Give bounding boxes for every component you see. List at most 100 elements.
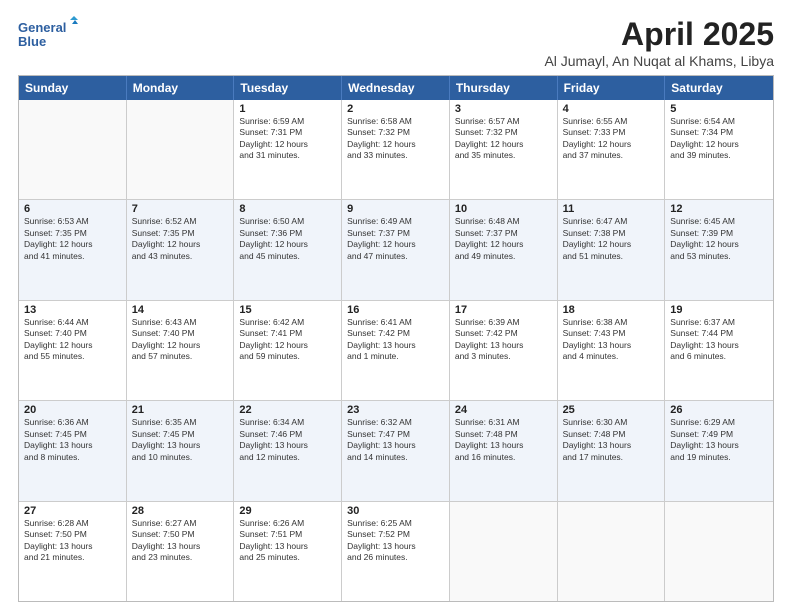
day-number-24: 24 bbox=[455, 404, 552, 416]
empty-cell-0-1 bbox=[127, 100, 235, 199]
day-cell-12: 12Sunrise: 6:45 AMSunset: 7:39 PMDayligh… bbox=[665, 200, 773, 299]
day-number-3: 3 bbox=[455, 103, 552, 115]
title-block: April 2025 Al Jumayl, An Nuqat al Khams,… bbox=[544, 16, 774, 69]
day-info-3: Sunrise: 6:57 AMSunset: 7:32 PMDaylight:… bbox=[455, 116, 552, 162]
day-info-12: Sunrise: 6:45 AMSunset: 7:39 PMDaylight:… bbox=[670, 216, 768, 262]
day-info-22: Sunrise: 6:34 AMSunset: 7:46 PMDaylight:… bbox=[239, 417, 336, 463]
week-row-3: 13Sunrise: 6:44 AMSunset: 7:40 PMDayligh… bbox=[19, 300, 773, 400]
day-number-22: 22 bbox=[239, 404, 336, 416]
header-day-saturday: Saturday bbox=[665, 76, 773, 100]
day-cell-9: 9Sunrise: 6:49 AMSunset: 7:37 PMDaylight… bbox=[342, 200, 450, 299]
day-cell-15: 15Sunrise: 6:42 AMSunset: 7:41 PMDayligh… bbox=[234, 301, 342, 400]
day-cell-22: 22Sunrise: 6:34 AMSunset: 7:46 PMDayligh… bbox=[234, 401, 342, 500]
day-info-5: Sunrise: 6:54 AMSunset: 7:34 PMDaylight:… bbox=[670, 116, 768, 162]
day-cell-6: 6Sunrise: 6:53 AMSunset: 7:35 PMDaylight… bbox=[19, 200, 127, 299]
week-row-4: 20Sunrise: 6:36 AMSunset: 7:45 PMDayligh… bbox=[19, 400, 773, 500]
day-cell-23: 23Sunrise: 6:32 AMSunset: 7:47 PMDayligh… bbox=[342, 401, 450, 500]
day-number-23: 23 bbox=[347, 404, 444, 416]
day-info-4: Sunrise: 6:55 AMSunset: 7:33 PMDaylight:… bbox=[563, 116, 660, 162]
day-info-23: Sunrise: 6:32 AMSunset: 7:47 PMDaylight:… bbox=[347, 417, 444, 463]
day-number-28: 28 bbox=[132, 505, 229, 517]
header-day-friday: Friday bbox=[558, 76, 666, 100]
header-day-monday: Monday bbox=[127, 76, 235, 100]
day-number-27: 27 bbox=[24, 505, 121, 517]
empty-cell-4-4 bbox=[450, 502, 558, 601]
day-info-19: Sunrise: 6:37 AMSunset: 7:44 PMDaylight:… bbox=[670, 317, 768, 363]
empty-cell-4-5 bbox=[558, 502, 666, 601]
day-cell-24: 24Sunrise: 6:31 AMSunset: 7:48 PMDayligh… bbox=[450, 401, 558, 500]
day-number-19: 19 bbox=[670, 304, 768, 316]
day-info-18: Sunrise: 6:38 AMSunset: 7:43 PMDaylight:… bbox=[563, 317, 660, 363]
day-number-10: 10 bbox=[455, 203, 552, 215]
day-cell-14: 14Sunrise: 6:43 AMSunset: 7:40 PMDayligh… bbox=[127, 301, 235, 400]
day-cell-29: 29Sunrise: 6:26 AMSunset: 7:51 PMDayligh… bbox=[234, 502, 342, 601]
day-info-7: Sunrise: 6:52 AMSunset: 7:35 PMDaylight:… bbox=[132, 216, 229, 262]
day-number-4: 4 bbox=[563, 103, 660, 115]
day-info-26: Sunrise: 6:29 AMSunset: 7:49 PMDaylight:… bbox=[670, 417, 768, 463]
page: General Blue April 2025 Al Jumayl, An Nu… bbox=[0, 0, 792, 612]
day-cell-2: 2Sunrise: 6:58 AMSunset: 7:32 PMDaylight… bbox=[342, 100, 450, 199]
day-cell-19: 19Sunrise: 6:37 AMSunset: 7:44 PMDayligh… bbox=[665, 301, 773, 400]
day-info-21: Sunrise: 6:35 AMSunset: 7:45 PMDaylight:… bbox=[132, 417, 229, 463]
day-number-16: 16 bbox=[347, 304, 444, 316]
day-cell-13: 13Sunrise: 6:44 AMSunset: 7:40 PMDayligh… bbox=[19, 301, 127, 400]
day-number-9: 9 bbox=[347, 203, 444, 215]
week-row-5: 27Sunrise: 6:28 AMSunset: 7:50 PMDayligh… bbox=[19, 501, 773, 601]
day-info-16: Sunrise: 6:41 AMSunset: 7:42 PMDaylight:… bbox=[347, 317, 444, 363]
week-row-2: 6Sunrise: 6:53 AMSunset: 7:35 PMDaylight… bbox=[19, 199, 773, 299]
day-number-8: 8 bbox=[239, 203, 336, 215]
day-cell-3: 3Sunrise: 6:57 AMSunset: 7:32 PMDaylight… bbox=[450, 100, 558, 199]
day-info-9: Sunrise: 6:49 AMSunset: 7:37 PMDaylight:… bbox=[347, 216, 444, 262]
day-info-2: Sunrise: 6:58 AMSunset: 7:32 PMDaylight:… bbox=[347, 116, 444, 162]
day-cell-11: 11Sunrise: 6:47 AMSunset: 7:38 PMDayligh… bbox=[558, 200, 666, 299]
day-info-6: Sunrise: 6:53 AMSunset: 7:35 PMDaylight:… bbox=[24, 216, 121, 262]
header-day-tuesday: Tuesday bbox=[234, 76, 342, 100]
day-cell-10: 10Sunrise: 6:48 AMSunset: 7:37 PMDayligh… bbox=[450, 200, 558, 299]
day-cell-1: 1Sunrise: 6:59 AMSunset: 7:31 PMDaylight… bbox=[234, 100, 342, 199]
day-info-13: Sunrise: 6:44 AMSunset: 7:40 PMDaylight:… bbox=[24, 317, 121, 363]
day-cell-7: 7Sunrise: 6:52 AMSunset: 7:35 PMDaylight… bbox=[127, 200, 235, 299]
day-info-11: Sunrise: 6:47 AMSunset: 7:38 PMDaylight:… bbox=[563, 216, 660, 262]
logo-svg: General Blue bbox=[18, 16, 78, 54]
day-number-26: 26 bbox=[670, 404, 768, 416]
day-cell-30: 30Sunrise: 6:25 AMSunset: 7:52 PMDayligh… bbox=[342, 502, 450, 601]
day-cell-28: 28Sunrise: 6:27 AMSunset: 7:50 PMDayligh… bbox=[127, 502, 235, 601]
day-cell-25: 25Sunrise: 6:30 AMSunset: 7:48 PMDayligh… bbox=[558, 401, 666, 500]
day-number-25: 25 bbox=[563, 404, 660, 416]
day-cell-26: 26Sunrise: 6:29 AMSunset: 7:49 PMDayligh… bbox=[665, 401, 773, 500]
day-cell-4: 4Sunrise: 6:55 AMSunset: 7:33 PMDaylight… bbox=[558, 100, 666, 199]
day-cell-21: 21Sunrise: 6:35 AMSunset: 7:45 PMDayligh… bbox=[127, 401, 235, 500]
day-number-15: 15 bbox=[239, 304, 336, 316]
empty-cell-4-6 bbox=[665, 502, 773, 601]
day-info-25: Sunrise: 6:30 AMSunset: 7:48 PMDaylight:… bbox=[563, 417, 660, 463]
day-number-5: 5 bbox=[670, 103, 768, 115]
title-location: Al Jumayl, An Nuqat al Khams, Libya bbox=[544, 53, 774, 69]
day-info-15: Sunrise: 6:42 AMSunset: 7:41 PMDaylight:… bbox=[239, 317, 336, 363]
day-number-2: 2 bbox=[347, 103, 444, 115]
header-day-thursday: Thursday bbox=[450, 76, 558, 100]
day-number-6: 6 bbox=[24, 203, 121, 215]
day-info-27: Sunrise: 6:28 AMSunset: 7:50 PMDaylight:… bbox=[24, 518, 121, 564]
header-day-wednesday: Wednesday bbox=[342, 76, 450, 100]
day-number-13: 13 bbox=[24, 304, 121, 316]
day-cell-27: 27Sunrise: 6:28 AMSunset: 7:50 PMDayligh… bbox=[19, 502, 127, 601]
day-info-10: Sunrise: 6:48 AMSunset: 7:37 PMDaylight:… bbox=[455, 216, 552, 262]
day-number-11: 11 bbox=[563, 203, 660, 215]
day-cell-5: 5Sunrise: 6:54 AMSunset: 7:34 PMDaylight… bbox=[665, 100, 773, 199]
header: General Blue April 2025 Al Jumayl, An Nu… bbox=[18, 16, 774, 69]
title-month: April 2025 bbox=[544, 16, 774, 53]
day-cell-16: 16Sunrise: 6:41 AMSunset: 7:42 PMDayligh… bbox=[342, 301, 450, 400]
svg-text:General: General bbox=[18, 20, 66, 35]
day-cell-8: 8Sunrise: 6:50 AMSunset: 7:36 PMDaylight… bbox=[234, 200, 342, 299]
day-info-28: Sunrise: 6:27 AMSunset: 7:50 PMDaylight:… bbox=[132, 518, 229, 564]
day-cell-17: 17Sunrise: 6:39 AMSunset: 7:42 PMDayligh… bbox=[450, 301, 558, 400]
day-number-14: 14 bbox=[132, 304, 229, 316]
week-row-1: 1Sunrise: 6:59 AMSunset: 7:31 PMDaylight… bbox=[19, 100, 773, 199]
calendar-body: 1Sunrise: 6:59 AMSunset: 7:31 PMDaylight… bbox=[19, 100, 773, 601]
day-info-30: Sunrise: 6:25 AMSunset: 7:52 PMDaylight:… bbox=[347, 518, 444, 564]
day-info-14: Sunrise: 6:43 AMSunset: 7:40 PMDaylight:… bbox=[132, 317, 229, 363]
header-day-sunday: Sunday bbox=[19, 76, 127, 100]
svg-text:Blue: Blue bbox=[18, 34, 46, 49]
day-number-29: 29 bbox=[239, 505, 336, 517]
day-number-12: 12 bbox=[670, 203, 768, 215]
